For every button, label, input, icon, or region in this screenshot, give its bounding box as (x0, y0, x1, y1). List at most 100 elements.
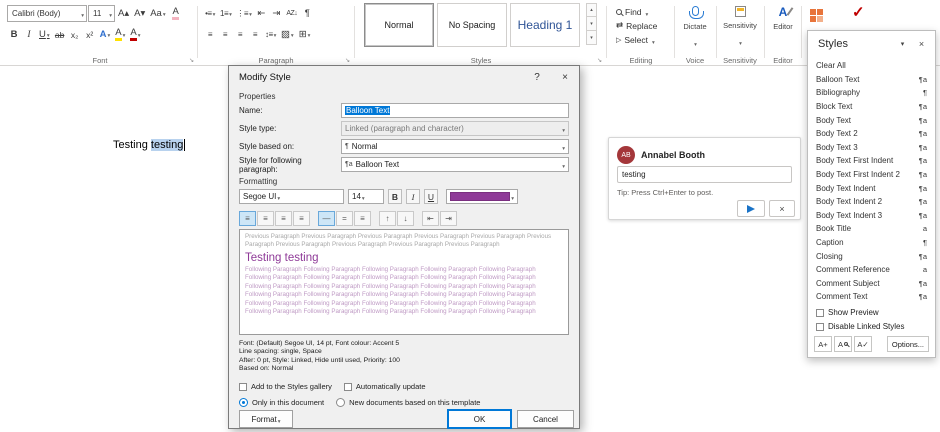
style-list-item[interactable]: Block Text ¶a (808, 100, 935, 114)
style-card-heading-1[interactable]: Heading 1 (510, 3, 580, 47)
addin-check-button[interactable]: ✓ (850, 3, 867, 21)
dictate-button[interactable]: Dictate (676, 4, 714, 50)
style-inspector-button[interactable]: A (834, 336, 852, 352)
style-list-item[interactable]: Bibliography ¶ (808, 86, 935, 100)
show-preview-checkbox[interactable]: Show Preview (816, 308, 879, 317)
format-underline-button[interactable]: U (424, 189, 438, 204)
dialog-close-button[interactable]: × (551, 66, 579, 88)
format-single-spacing-button[interactable]: — (318, 211, 335, 226)
underline-button[interactable]: U (37, 26, 52, 44)
strikethrough-button[interactable]: ab (53, 26, 67, 44)
style-based-on-dropdown[interactable]: ¶ Normal (341, 139, 569, 154)
format-italic-button[interactable]: I (406, 189, 420, 204)
comment-input[interactable] (617, 166, 792, 183)
align-center-button[interactable]: ≡ (218, 26, 232, 44)
styles-pane-close-button[interactable]: × (912, 37, 931, 51)
add-to-gallery-checkbox[interactable]: Add to the Styles gallery (239, 382, 332, 391)
document-text[interactable]: Testing testing (113, 139, 186, 151)
change-case-button[interactable]: Aa (148, 5, 167, 23)
gallery-more-button[interactable]: ▾ (586, 31, 597, 45)
text-effects-button[interactable]: A (98, 26, 113, 44)
shading-button[interactable]: ▨ (279, 26, 296, 44)
disable-linked-styles-checkbox[interactable]: Disable Linked Styles (816, 322, 904, 331)
format-decrease-indent-button[interactable]: ⇤ (422, 211, 439, 226)
post-comment-button[interactable] (737, 200, 765, 217)
italic-button[interactable]: I (22, 26, 36, 44)
manage-styles-button[interactable]: A✓ (854, 336, 872, 352)
auto-update-checkbox[interactable]: Automatically update (343, 382, 426, 391)
format-align-left-button[interactable]: ≡ (239, 211, 256, 226)
font-name-combo[interactable]: Calibri (Body) (7, 5, 87, 22)
decrease-paragraph-spacing-button[interactable]: ↓ (397, 211, 414, 226)
clear-formatting-button[interactable]: A (169, 5, 183, 23)
format-menu-button[interactable]: Format (239, 410, 293, 428)
gallery-scroll-up-button[interactable]: ▴ (586, 3, 597, 17)
font-dialog-launcher[interactable] (189, 57, 194, 64)
find-button[interactable]: Find (616, 5, 648, 18)
select-button[interactable]: ▷ Select (616, 33, 655, 46)
dialog-help-button[interactable]: ? (523, 66, 551, 88)
style-list-item[interactable]: Comment Text ¶a (808, 290, 935, 304)
style-list-item[interactable]: Book Title a (808, 222, 935, 236)
paragraph-dialog-launcher[interactable] (345, 57, 350, 64)
style-list-item[interactable]: Body Text 2 ¶a (808, 127, 935, 141)
style-list-item[interactable]: Body Text First Indent ¶a (808, 154, 935, 168)
style-list-item[interactable]: Body Text ¶a (808, 113, 935, 127)
subscript-button[interactable]: x₂ (68, 26, 82, 44)
style-list-item[interactable]: Body Text Indent 3 ¶a (808, 209, 935, 223)
format-double-spacing-button[interactable]: ≡ (354, 211, 371, 226)
increase-paragraph-spacing-button[interactable]: ↑ (379, 211, 396, 226)
styles-pane-menu-button[interactable] (893, 37, 912, 51)
format-align-right-button[interactable]: ≡ (275, 211, 292, 226)
show-paragraph-marks-button[interactable]: ¶ (300, 5, 314, 23)
cancel-button[interactable]: Cancel (517, 410, 574, 428)
style-list-item[interactable]: Body Text Indent 2 ¶a (808, 195, 935, 209)
style-list-item[interactable]: Body Text First Indent 2 ¶a (808, 168, 935, 182)
shrink-font-button[interactable]: A▾ (132, 5, 147, 23)
dialog-titlebar[interactable]: Modify Style ? × (229, 66, 579, 88)
format-color-dropdown[interactable] (446, 189, 518, 204)
format-align-justify-button[interactable]: ≡ (293, 211, 310, 226)
format-font-dropdown[interactable]: Segoe UI (239, 189, 344, 204)
style-list-item[interactable]: Clear All (808, 59, 935, 73)
editor-button[interactable]: A Editor (766, 4, 800, 31)
addins-button[interactable] (808, 6, 825, 24)
new-documents-radio[interactable]: New documents based on this template (336, 398, 480, 407)
line-spacing-button[interactable]: ↕≡ (263, 26, 278, 44)
decrease-indent-button[interactable]: ⇤ (254, 5, 268, 23)
style-list-item[interactable]: Caption ¶ (808, 236, 935, 250)
style-list-item[interactable]: Closing ¶a (808, 249, 935, 263)
numbering-button[interactable]: 1≡ (218, 5, 233, 23)
styles-options-button[interactable]: Options... (886, 336, 929, 352)
format-bold-button[interactable]: B (388, 189, 402, 204)
only-in-document-radio[interactable]: Only in this document (239, 398, 324, 407)
style-list-item[interactable]: Body Text 3 ¶a (808, 141, 935, 155)
format-1-5-spacing-button[interactable]: = (336, 211, 353, 226)
borders-button[interactable]: ⊞ (297, 26, 313, 44)
style-list-item[interactable]: Comment Reference a (808, 263, 935, 277)
increase-indent-button[interactable]: ⇥ (269, 5, 283, 23)
style-name-input[interactable]: Balloon Text (341, 103, 569, 118)
grow-font-button[interactable]: A▴ (116, 5, 131, 23)
align-justify-button[interactable]: ≡ (248, 26, 262, 44)
ok-button[interactable]: OK (448, 410, 511, 428)
sort-button[interactable]: AZ↓ (284, 5, 299, 23)
bullets-button[interactable]: •≡ (203, 5, 217, 23)
style-card-no-spacing[interactable]: No Spacing (437, 3, 507, 47)
replace-button[interactable]: ⇄ Replace (616, 19, 657, 32)
superscript-button[interactable]: x² (83, 26, 97, 44)
style-card-normal[interactable]: Normal (364, 3, 434, 47)
bold-button[interactable]: B (7, 26, 21, 44)
cancel-comment-button[interactable]: × (769, 200, 795, 217)
styles-dialog-launcher[interactable] (597, 57, 602, 64)
style-list-item[interactable]: Balloon Text ¶a (808, 73, 935, 87)
sensitivity-button[interactable]: Sensitivity (718, 4, 762, 49)
style-list-item[interactable]: Body Text Indent ¶a (808, 181, 935, 195)
align-left-button[interactable]: ≡ (203, 26, 217, 44)
text-highlight-button[interactable]: A (113, 26, 127, 44)
format-increase-indent-button[interactable]: ⇥ (440, 211, 457, 226)
format-size-dropdown[interactable]: 14 (348, 189, 384, 204)
gallery-scroll-down-button[interactable]: ▾ (586, 17, 597, 31)
font-size-combo[interactable]: 11 (88, 5, 115, 22)
align-right-button[interactable]: ≡ (233, 26, 247, 44)
